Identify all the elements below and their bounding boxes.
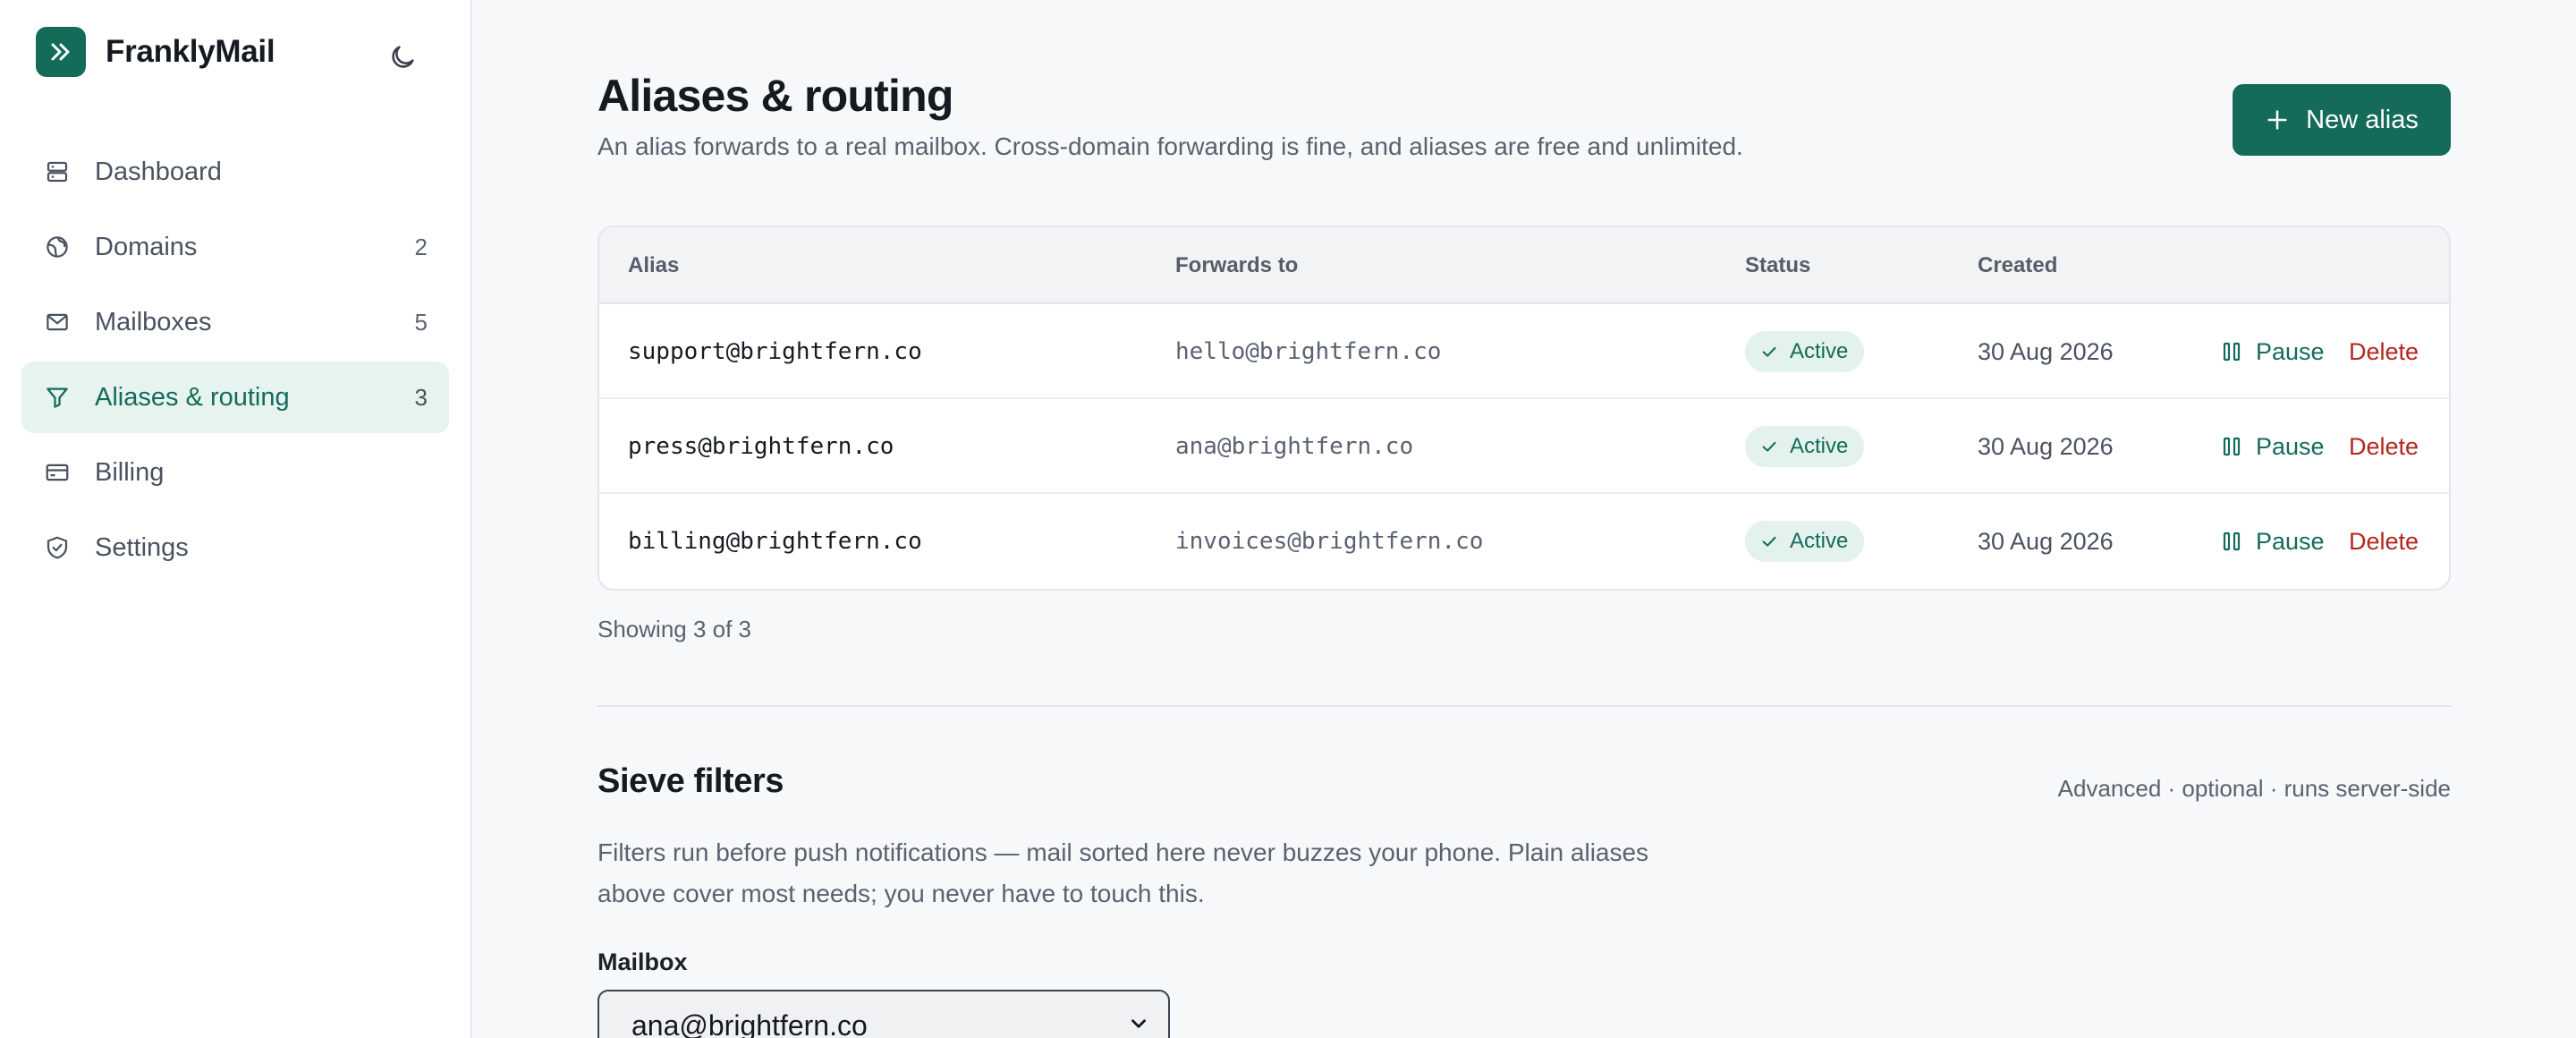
pause-button[interactable]: Pause: [2222, 304, 2325, 399]
sidebar-item-billing[interactable]: Billing: [21, 437, 449, 508]
status-badge: Active: [1745, 521, 1865, 562]
status-text: Active: [1790, 529, 1849, 553]
sieve-filters-title: Sieve filters: [597, 762, 784, 800]
status-badge: Active: [1745, 426, 1865, 467]
forward-address: ana@brightfern.co: [1175, 433, 1414, 460]
dark-mode-toggle[interactable]: [383, 39, 422, 79]
sidebar-item-count: 3: [414, 383, 428, 411]
header-forwards-to: Forwards to: [1175, 253, 1299, 277]
shield-check-icon: [43, 533, 72, 562]
pause-label: Pause: [2256, 527, 2325, 555]
created-date: 30 Aug 2026: [1978, 337, 2114, 365]
mailbox-label: Mailbox: [597, 949, 688, 975]
pause-button[interactable]: Pause: [2222, 399, 2325, 494]
forward-address: invoices@brightfern.co: [1175, 528, 1484, 555]
table-header: Alias Forwards to Status Created: [599, 227, 2449, 304]
status-cell: Active: [1745, 494, 1865, 589]
sidebar-item-label: Billing: [95, 457, 165, 487]
delete-button[interactable]: Delete: [2349, 304, 2419, 399]
table-row: billing@brightfern.co invoices@brightfer…: [599, 494, 2449, 589]
sidebar-item-count: 2: [414, 233, 428, 260]
section-divider: [597, 705, 2451, 707]
status-cell: Active: [1745, 399, 1865, 494]
sidebar-item-label: Settings: [95, 532, 189, 562]
mail-icon: [43, 308, 72, 336]
plus-icon: [2265, 107, 2290, 132]
delete-button[interactable]: Delete: [2349, 494, 2419, 589]
sidebar-item-domains[interactable]: Domains 2: [21, 211, 449, 283]
credit-card-icon: [43, 458, 72, 487]
new-alias-button[interactable]: New alias: [2233, 84, 2451, 156]
moon-icon: [387, 42, 418, 77]
status-text: Active: [1790, 434, 1849, 458]
alias-address: billing@brightfern.co: [628, 528, 922, 555]
sidebar-item-mailboxes[interactable]: Mailboxes 5: [21, 286, 449, 358]
aliases-table: Alias Forwards to Status Created support…: [597, 225, 2451, 591]
pause-icon: [2222, 340, 2241, 363]
sidebar-nav: Dashboard Domains 2 Mailboxes 5 Aliases …: [21, 136, 449, 587]
pause-label: Pause: [2256, 432, 2325, 460]
mailbox-select[interactable]: ana@brightfern.co: [597, 990, 1170, 1038]
page-subtitle: An alias forwards to a real mailbox. Cro…: [597, 132, 1743, 160]
new-alias-label: New alias: [2306, 105, 2419, 134]
sieve-filters-description: Filters run before push notifications — …: [597, 838, 1649, 907]
brand[interactable]: FranklyMail: [36, 27, 275, 77]
alias-address: press@brightfern.co: [628, 433, 894, 460]
logo-icon: [36, 27, 86, 77]
sidebar-item-count: 5: [414, 308, 428, 336]
table-row: press@brightfern.co ana@brightfern.co Ac…: [599, 399, 2449, 494]
created-date: 30 Aug 2026: [1978, 527, 2114, 555]
dashboard-icon: [43, 157, 72, 186]
sidebar-item-label: Mailboxes: [95, 307, 212, 336]
alias-address: support@brightfern.co: [628, 338, 922, 365]
sidebar-item-settings[interactable]: Settings: [21, 512, 449, 583]
page-title: Aliases & routing: [597, 71, 953, 121]
status-cell: Active: [1745, 304, 1865, 399]
sidebar-item-label: Aliases & routing: [95, 382, 290, 412]
app-name: FranklyMail: [106, 34, 275, 69]
check-icon: [1759, 342, 1779, 362]
pause-label: Pause: [2256, 337, 2325, 365]
delete-button[interactable]: Delete: [2349, 399, 2419, 494]
pause-button[interactable]: Pause: [2222, 494, 2325, 589]
sidebar-item-label: Domains: [95, 232, 198, 261]
status-badge: Active: [1745, 331, 1865, 372]
sidebar: FranklyMail Dashboard Domains 2 Mailboxe…: [0, 0, 472, 1038]
sidebar-item-dashboard[interactable]: Dashboard: [21, 136, 449, 208]
mailbox-select-value: ana@brightfern.co: [631, 1008, 868, 1038]
table-row: support@brightfern.co hello@brightfern.c…: [599, 304, 2449, 399]
pause-icon: [2222, 435, 2241, 458]
pause-icon: [2222, 530, 2241, 553]
globe-icon: [43, 233, 72, 261]
forward-address: hello@brightfern.co: [1175, 338, 1442, 365]
pagination-summary: Showing 3 of 3: [597, 616, 752, 642]
header-status: Status: [1745, 253, 1811, 277]
check-icon: [1759, 532, 1779, 551]
header-alias: Alias: [628, 253, 680, 277]
sieve-filters-meta: Advanced · optional · runs server-side: [2057, 775, 2451, 802]
chevron-down-icon: [1127, 1009, 1150, 1038]
filter-icon: [43, 383, 72, 412]
sidebar-item-label: Dashboard: [95, 157, 222, 186]
sidebar-item-aliases-routing[interactable]: Aliases & routing 3: [21, 362, 449, 433]
status-text: Active: [1790, 339, 1849, 363]
created-date: 30 Aug 2026: [1978, 432, 2114, 460]
check-icon: [1759, 437, 1779, 456]
header-created: Created: [1978, 253, 2058, 277]
